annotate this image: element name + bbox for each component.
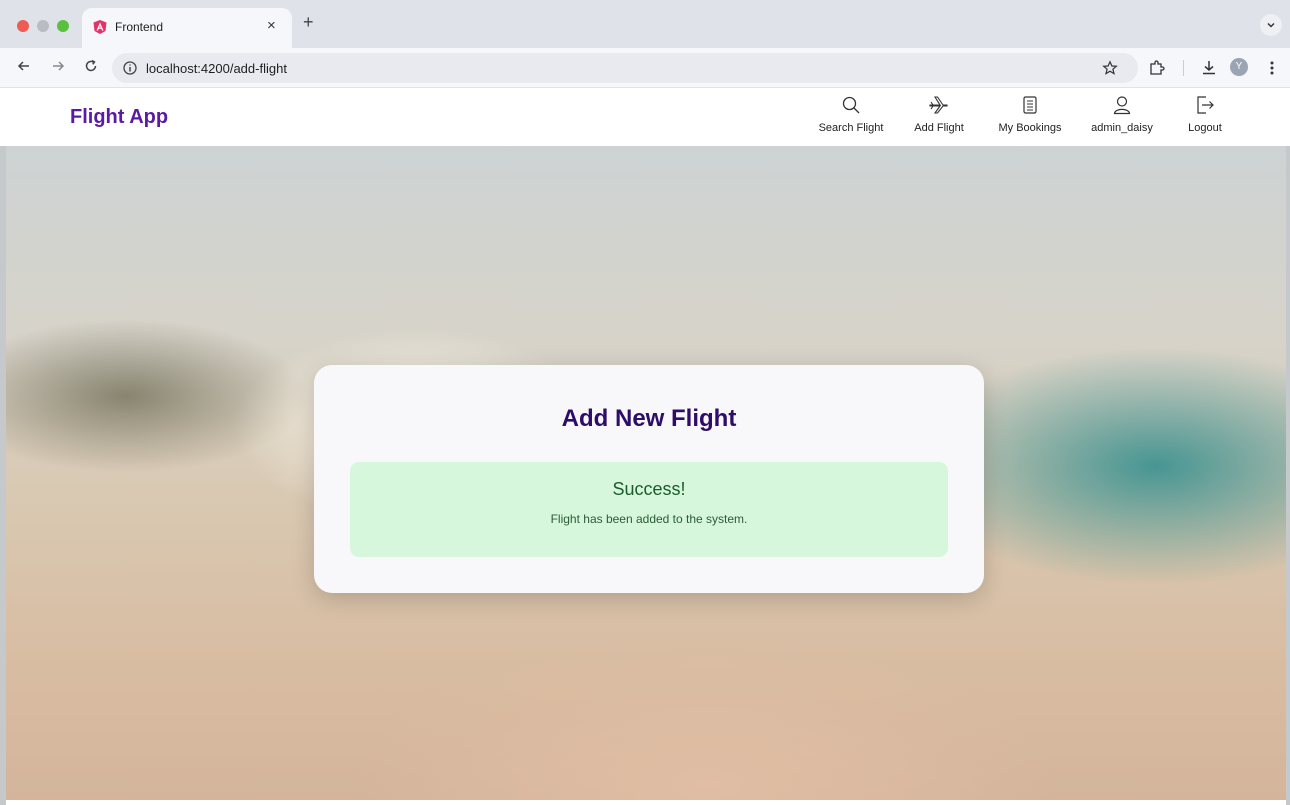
tab-title: Frontend [115, 20, 164, 34]
page-margin [1286, 146, 1290, 805]
nav-my-bookings[interactable]: My Bookings [993, 94, 1067, 140]
page-title: Add New Flight [561, 405, 737, 432]
close-window-button[interactable] [17, 20, 29, 32]
nav-search-flight[interactable]: Search Flight [815, 94, 887, 140]
tab-search-button[interactable] [1260, 14, 1282, 36]
nav-logout[interactable]: Logout [1184, 94, 1226, 140]
nav-label: My Bookings [998, 122, 1062, 134]
maximize-window-button[interactable] [57, 20, 69, 32]
bookings-icon [1023, 96, 1037, 114]
airplane-icon [929, 96, 948, 114]
menu-icon[interactable] [1266, 59, 1278, 77]
nav-label: admin_daisy [1091, 122, 1153, 134]
alert-title: Success! [612, 479, 686, 499]
browser-toolbar: localhost:4200/add-flight [0, 48, 1290, 88]
address-bar[interactable]: localhost:4200/add-flight [112, 53, 1138, 83]
forward-arrow-icon[interactable] [50, 58, 66, 74]
nav-add-flight[interactable]: Add Flight [908, 94, 970, 140]
nav-user-profile[interactable]: admin_daisy [1090, 94, 1154, 140]
reload-icon[interactable] [83, 58, 99, 74]
site-info-icon[interactable] [122, 60, 138, 76]
user-icon [1113, 96, 1131, 115]
nav-label: Add Flight [914, 122, 964, 134]
success-alert: Success! Flight has been added to the sy… [350, 462, 948, 557]
chevron-down-icon [1267, 22, 1275, 28]
extensions-icon[interactable] [1148, 59, 1166, 77]
search-icon [842, 96, 860, 114]
nav-label: Search Flight [818, 122, 884, 134]
download-icon[interactable] [1200, 59, 1218, 77]
angular-favicon-icon [93, 20, 107, 34]
logout-icon [1197, 96, 1214, 114]
url-text: localhost:4200/add-flight [146, 61, 287, 76]
add-flight-card: Add New Flight Success! Flight has been … [314, 365, 984, 593]
star-icon[interactable] [1102, 60, 1118, 76]
brand-title[interactable]: Flight App [70, 106, 168, 129]
app-header: Flight App Search Flight Add Flight My B… [0, 89, 1290, 146]
back-arrow-icon[interactable] [16, 58, 32, 74]
profile-avatar[interactable]: Y [1230, 58, 1248, 76]
tab-close-button[interactable]: × [267, 17, 276, 34]
minimize-window-button[interactable] [37, 20, 49, 32]
browser-tab-bar: Frontend × + [0, 0, 1290, 48]
browser-tab[interactable]: Frontend × [82, 8, 292, 48]
toolbar-divider [1183, 60, 1184, 76]
alert-message: Flight has been added to the system. [550, 512, 748, 526]
new-tab-button[interactable]: + [303, 13, 314, 31]
nav-label: Logout [1188, 122, 1222, 134]
